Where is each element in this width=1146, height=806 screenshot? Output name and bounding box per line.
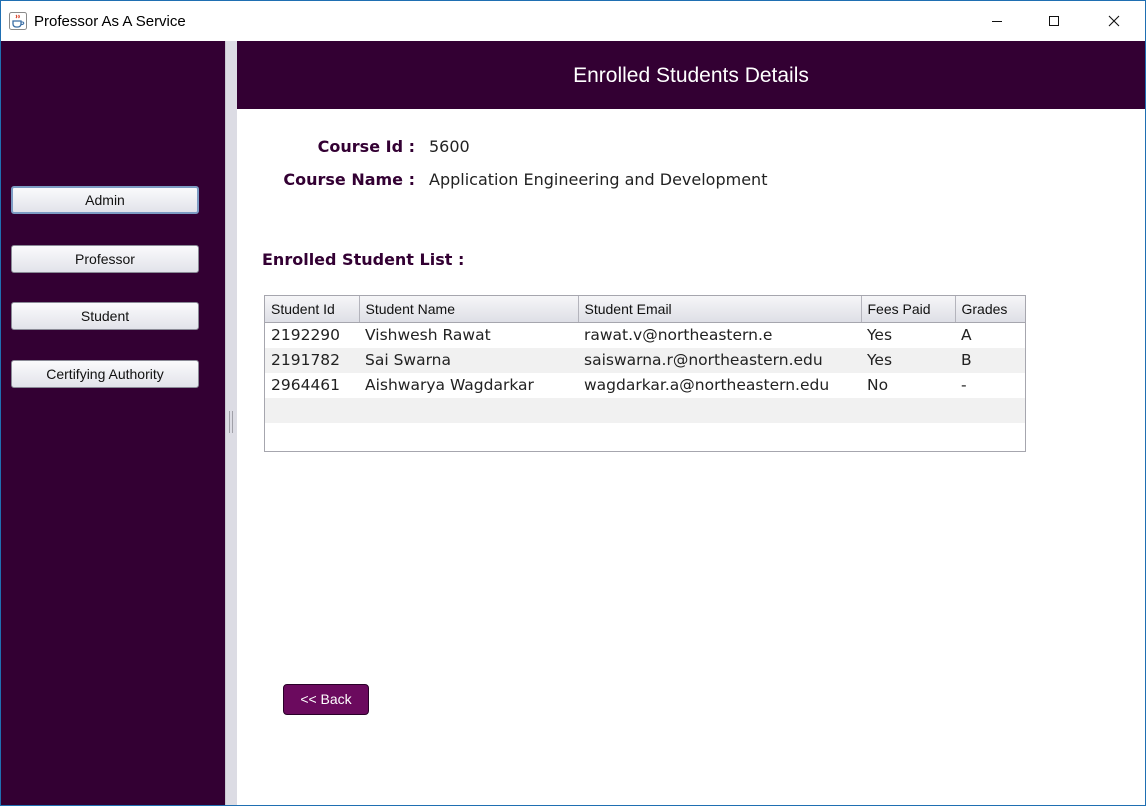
empty-cell <box>359 397 578 423</box>
java-cup-icon <box>9 12 27 30</box>
student-name-cell: Aishwarya Wagdarkar <box>365 376 534 394</box>
title-bar[interactable]: Professor As A Service <box>1 1 1145 41</box>
grade-cell: A <box>961 326 972 344</box>
page-title: Enrolled Students Details <box>573 64 809 87</box>
course-name-value: Application Engineering and Development <box>429 170 768 189</box>
empty-cell <box>861 397 955 423</box>
grade-cell: - <box>961 376 967 394</box>
student-id-cell: 2964461 <box>271 376 341 394</box>
table-row-empty[interactable] <box>265 423 1025 448</box>
back-button[interactable]: << Back <box>283 684 369 715</box>
empty-cell <box>861 423 955 448</box>
student-id-cell: 2191782 <box>265 347 359 373</box>
close-button[interactable] <box>1091 1 1137 41</box>
column-header-grades[interactable]: Grades <box>955 296 1025 323</box>
student-email-cell: wagdarkar.a@northeastern.edu <box>584 376 830 394</box>
fees-paid-cell: No <box>867 376 889 394</box>
student-name-cell: Vishwesh Rawat <box>365 326 491 344</box>
student-name-cell: Sai Swarna <box>359 347 578 373</box>
column-header-student-email[interactable]: Student Email <box>578 296 862 323</box>
minimize-icon <box>991 12 1003 31</box>
empty-cell <box>265 423 359 448</box>
certifying-authority-button[interactable]: Certifying Authority <box>11 360 199 388</box>
admin-button[interactable]: Admin <box>11 186 199 214</box>
column-header-student-id[interactable]: Student Id <box>265 296 360 323</box>
maximize-button[interactable] <box>1031 1 1077 41</box>
maximize-icon <box>1048 12 1060 31</box>
close-icon <box>1108 12 1120 31</box>
grade-cell: B <box>955 347 1025 373</box>
empty-cell <box>578 423 861 448</box>
fees-paid-cell: Yes <box>861 347 955 373</box>
window-title: Professor As A Service <box>34 13 186 30</box>
page-header: Enrolled Students Details <box>237 41 1145 109</box>
table-row-empty[interactable] <box>265 397 1025 423</box>
empty-cell <box>265 397 359 423</box>
students-table[interactable]: Student Id Student Name Student Email Fe… <box>264 295 1026 452</box>
empty-cell <box>955 397 1025 423</box>
split-pane-divider[interactable] <box>225 41 237 805</box>
student-id-cell: 2192290 <box>271 326 341 344</box>
app-window: Professor As A Service Admin Professor S… <box>0 0 1146 806</box>
minimize-button[interactable] <box>974 1 1020 41</box>
column-header-fees-paid[interactable]: Fees Paid <box>861 296 956 323</box>
empty-cell <box>955 423 1025 448</box>
column-header-student-name[interactable]: Student Name <box>359 296 579 323</box>
divider-grip[interactable] <box>229 411 233 433</box>
course-id-label: Course Id : <box>317 137 415 156</box>
fees-paid-cell: Yes <box>867 326 893 344</box>
student-button[interactable]: Student <box>11 302 199 330</box>
course-id-value: 5600 <box>429 137 470 156</box>
course-name-label: Course Name : <box>283 170 415 189</box>
table-header-row: Student Id Student Name Student Email Fe… <box>265 296 1025 323</box>
sidebar: Admin Professor Student Certifying Autho… <box>1 41 225 805</box>
empty-cell <box>578 397 861 423</box>
table-row[interactable]: 2191782 Sai Swarna saiswarna.r@northeast… <box>265 347 1025 373</box>
empty-cell <box>359 423 578 448</box>
student-email-cell: saiswarna.r@northeastern.edu <box>578 347 861 373</box>
student-list-heading: Enrolled Student List : <box>262 250 465 269</box>
professor-button[interactable]: Professor <box>11 245 199 273</box>
student-email-cell: rawat.v@northeastern.e <box>584 326 773 344</box>
table-row[interactable]: 2192290 Vishwesh Rawat rawat.v@northeast… <box>265 322 1025 348</box>
table-row[interactable]: 2964461 Aishwarya Wagdarkar wagdarkar.a@… <box>265 373 1025 398</box>
